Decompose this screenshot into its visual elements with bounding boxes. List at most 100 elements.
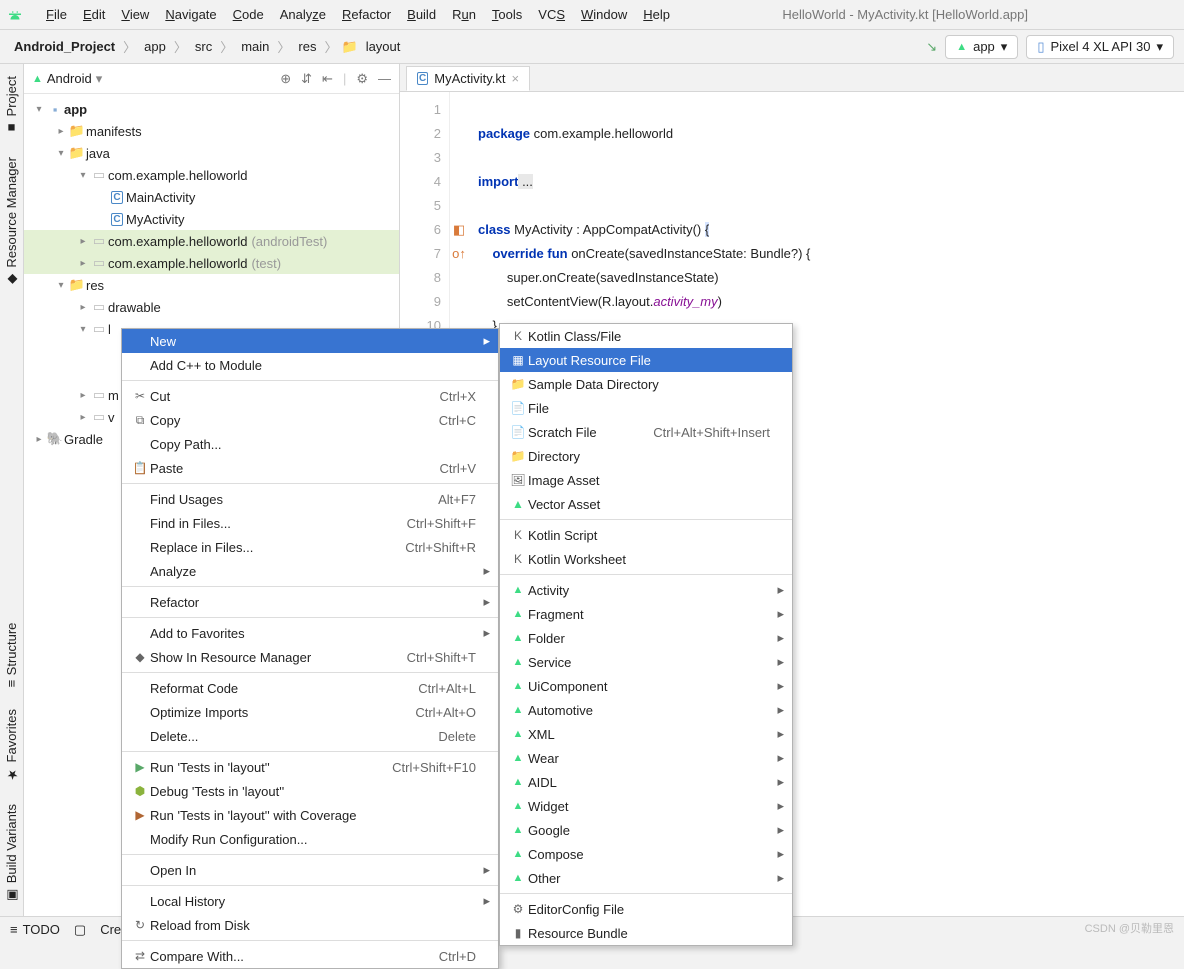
menu-view[interactable]: View	[113, 3, 157, 26]
tree-res[interactable]: ▾📁res	[24, 274, 399, 296]
menu-item[interactable]: ▶Run 'Tests in 'layout''Ctrl+Shift+F10	[122, 755, 498, 779]
menu-item[interactable]: Delete...Delete	[122, 724, 498, 748]
tree-pkg2[interactable]: ▸▭com.example.helloworld(androidTest)	[24, 230, 399, 252]
tab-resource-manager[interactable]: ◆Resource Manager	[2, 149, 21, 295]
menu-item[interactable]: Add to Favorites▸	[122, 621, 498, 645]
crumb-project[interactable]: Android_Project	[10, 37, 119, 56]
menu-item[interactable]: ▲Activity▸	[500, 578, 792, 602]
menu-refactor[interactable]: Refactor	[334, 3, 399, 26]
menu-item[interactable]: ⇄Compare With...Ctrl+D	[122, 944, 498, 968]
menu-analyze[interactable]: Analyze	[272, 3, 334, 26]
context-menu-new[interactable]: KKotlin Class/File▦Layout Resource File📁…	[499, 323, 793, 946]
crumb-src[interactable]: src	[191, 37, 216, 56]
menu-build[interactable]: Build	[399, 3, 444, 26]
menu-item[interactable]: KKotlin Class/File	[500, 324, 792, 348]
menu-item[interactable]: Refactor▸	[122, 590, 498, 614]
menu-item[interactable]: ⬢Debug 'Tests in 'layout''	[122, 779, 498, 803]
menu-item[interactable]: Analyze▸	[122, 559, 498, 583]
chevron-down-icon[interactable]: ▾	[96, 71, 103, 87]
hammer-icon[interactable]: ↘	[926, 39, 937, 55]
menu-item[interactable]: ↻Reload from Disk	[122, 913, 498, 937]
menu-item[interactable]: ▲Other▸	[500, 866, 792, 890]
crumb-layout[interactable]: layout	[362, 37, 405, 56]
collapse-icon[interactable]: ⇤	[322, 71, 333, 87]
tree-pkg1[interactable]: ▾▭com.example.helloworld	[24, 164, 399, 186]
target-icon[interactable]: ⊕	[280, 71, 291, 87]
menu-item[interactable]: ◆Show In Resource ManagerCtrl+Shift+T	[122, 645, 498, 669]
menu-item[interactable]: ▶Run 'Tests in 'layout'' with Coverage	[122, 803, 498, 827]
minimize-icon[interactable]: —	[378, 71, 391, 87]
menu-item[interactable]: KKotlin Worksheet	[500, 547, 792, 571]
status-todo[interactable]: ≡TODO	[10, 922, 60, 937]
tree-java[interactable]: ▾📁java	[24, 142, 399, 164]
menu-item[interactable]: 📁Directory	[500, 444, 792, 468]
menu-item[interactable]: Find in Files...Ctrl+Shift+F	[122, 511, 498, 535]
menu-item[interactable]: Replace in Files...Ctrl+Shift+R	[122, 535, 498, 559]
menu-item[interactable]: Open In▸	[122, 858, 498, 882]
menu-item[interactable]: ⧉CopyCtrl+C	[122, 408, 498, 432]
menu-item[interactable]: ▦Layout Resource File	[500, 348, 792, 372]
menu-edit[interactable]: Edit	[75, 3, 113, 26]
menu-item[interactable]: Local History▸	[122, 889, 498, 913]
menu-item[interactable]: 📁Sample Data Directory	[500, 372, 792, 396]
menu-item[interactable]: ▲XML▸	[500, 722, 792, 746]
sort-icon[interactable]: ⇵	[301, 71, 312, 87]
run-config-selector[interactable]: ▲ app ▾	[945, 35, 1018, 59]
tree-pkg3[interactable]: ▸▭com.example.helloworld(test)	[24, 252, 399, 274]
menu-item[interactable]: Copy Path...	[122, 432, 498, 456]
menu-tools[interactable]: Tools	[484, 3, 530, 26]
crumb-app[interactable]: app	[140, 37, 170, 56]
menu-item[interactable]: ⚙EditorConfig File	[500, 897, 792, 921]
menu-item[interactable]: Reformat CodeCtrl+Alt+L	[122, 676, 498, 700]
crumb-res[interactable]: res	[294, 37, 320, 56]
menu-vcs[interactable]: VCS	[530, 3, 573, 26]
status-term-icon[interactable]: ▢	[74, 922, 86, 938]
menu-item[interactable]: ▲AIDL▸	[500, 770, 792, 794]
tab-project[interactable]: ■Project	[2, 68, 21, 143]
tab-favorites[interactable]: ★Favorites	[2, 701, 21, 789]
menu-item[interactable]: Optimize ImportsCtrl+Alt+O	[122, 700, 498, 724]
editor-tabs: C MyActivity.kt ×	[400, 64, 1184, 92]
menu-code[interactable]: Code	[225, 3, 272, 26]
menu-item[interactable]: ✂CutCtrl+X	[122, 384, 498, 408]
menu-item[interactable]: ▲Widget▸	[500, 794, 792, 818]
tree-mainactivity[interactable]: CMainActivity	[24, 186, 399, 208]
menu-run[interactable]: Run	[444, 3, 484, 26]
tab-build-variants[interactable]: ▣Build Variants	[2, 796, 21, 910]
menu-item[interactable]: ▲UiComponent▸	[500, 674, 792, 698]
menu-item[interactable]: ▲Fragment▸	[500, 602, 792, 626]
menu-item[interactable]: ▲Vector Asset	[500, 492, 792, 516]
panel-title[interactable]: Android	[47, 71, 92, 86]
device-selector[interactable]: ▯ Pixel 4 XL API 30 ▾	[1026, 35, 1174, 59]
tab-structure[interactable]: ≡Structure	[2, 615, 21, 695]
editor-tab-myactivity[interactable]: C MyActivity.kt ×	[406, 66, 530, 91]
menu-item[interactable]: Add C++ to Module	[122, 353, 498, 377]
tree-manifests[interactable]: ▸📁manifests	[24, 120, 399, 142]
menu-item[interactable]: 🖼Image Asset	[500, 468, 792, 492]
menu-item[interactable]: 📋PasteCtrl+V	[122, 456, 498, 480]
menu-item[interactable]: 📄File	[500, 396, 792, 420]
close-icon[interactable]: ×	[512, 71, 520, 86]
menu-item[interactable]: KKotlin Script	[500, 523, 792, 547]
menu-item[interactable]: ▲Compose▸	[500, 842, 792, 866]
context-menu-primary[interactable]: New▸Add C++ to Module ✂CutCtrl+X⧉CopyCtrl…	[121, 328, 499, 969]
menu-navigate[interactable]: Navigate	[157, 3, 224, 26]
menu-item[interactable]: ▲Service▸	[500, 650, 792, 674]
tree-drawable[interactable]: ▸▭drawable	[24, 296, 399, 318]
menu-file[interactable]: File	[38, 3, 75, 26]
menu-item[interactable]: ▲Wear▸	[500, 746, 792, 770]
gear-icon[interactable]: ⚙	[356, 71, 368, 87]
menu-item[interactable]: ▲Folder▸	[500, 626, 792, 650]
menu-item[interactable]: Modify Run Configuration...	[122, 827, 498, 851]
tree-myactivity[interactable]: CMyActivity	[24, 208, 399, 230]
menu-item[interactable]: 📄Scratch FileCtrl+Alt+Shift+Insert	[500, 420, 792, 444]
menu-item[interactable]: ▲Google▸	[500, 818, 792, 842]
menu-item[interactable]: ▮Resource Bundle	[500, 921, 792, 945]
tree-app[interactable]: ▾▪app	[24, 98, 399, 120]
menu-item[interactable]: ▲Automotive▸	[500, 698, 792, 722]
menu-window[interactable]: Window	[573, 3, 635, 26]
crumb-main[interactable]: main	[237, 37, 273, 56]
menu-help[interactable]: Help	[635, 3, 678, 26]
menu-item[interactable]: Find UsagesAlt+F7	[122, 487, 498, 511]
menu-item[interactable]: New▸	[122, 329, 498, 353]
